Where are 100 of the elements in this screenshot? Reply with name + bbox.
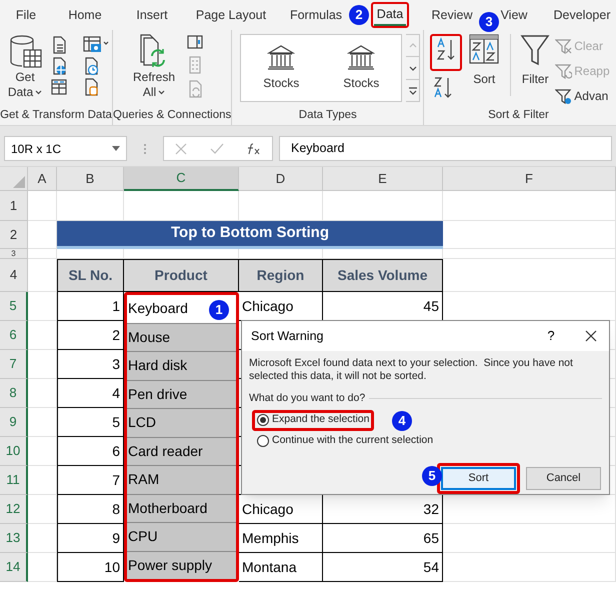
sheet-cell[interactable] xyxy=(28,191,57,221)
radio-option[interactable]: Expand the selection xyxy=(257,412,370,428)
row-header[interactable]: 7 xyxy=(0,350,28,379)
table-cell: 65 xyxy=(323,524,443,553)
data-type-button[interactable]: Stocks xyxy=(321,35,402,101)
name-box[interactable]: 10R x 1C xyxy=(4,136,127,161)
menu-tab[interactable]: Data xyxy=(374,4,406,26)
name-box-value: 10R x 1C xyxy=(11,140,62,158)
row-header[interactable]: 12 xyxy=(0,495,28,524)
row-header[interactable]: 5 xyxy=(0,292,28,321)
row-header[interactable]: 10 xyxy=(0,437,28,466)
table-cell: Montana xyxy=(239,553,323,582)
table-cell: 5 xyxy=(57,408,124,437)
sheet-cell[interactable] xyxy=(28,249,57,259)
table-cell: 9 xyxy=(57,524,124,553)
menu-tab[interactable]: Home xyxy=(66,4,104,26)
sheet-cell[interactable] xyxy=(443,249,616,259)
table-cell[interactable]: Hard disk xyxy=(127,352,236,380)
check-icon[interactable] xyxy=(210,142,224,154)
row-header[interactable]: 14 xyxy=(0,553,28,582)
select-all-icon[interactable] xyxy=(13,176,25,188)
filter-option[interactable]: Advan xyxy=(555,85,610,107)
column-header[interactable]: C xyxy=(124,167,239,191)
table-cell: 6 xyxy=(57,437,124,466)
row-header[interactable]: 11 xyxy=(0,466,28,495)
table-cell[interactable]: LCD xyxy=(127,409,236,438)
grip-icon xyxy=(142,142,148,156)
table-cell[interactable]: CPU xyxy=(127,523,236,552)
row-header[interactable]: 4 xyxy=(0,259,28,292)
column-header[interactable]: D xyxy=(239,167,323,191)
column-header[interactable]: F xyxy=(443,167,616,191)
dialog-button[interactable]: Sort xyxy=(441,466,516,490)
group-label: Get & Transform Data xyxy=(0,108,112,123)
dialog-message: Microsoft Excel found data next to your selection. Since you have not selected this data, it will not be sorted. xyxy=(249,357,574,383)
table-cell: Chicago xyxy=(239,292,323,321)
button-label: All xyxy=(142,85,156,100)
menu-tab[interactable]: File xyxy=(14,4,38,26)
menu-tab[interactable]: Review xyxy=(430,4,474,26)
table-cell: 1 xyxy=(57,292,124,321)
reapply-filter-icon xyxy=(555,62,572,80)
group-label: Sort & Filter xyxy=(487,108,550,123)
button-label: Filter xyxy=(522,71,549,88)
table-cell[interactable]: Motherboard xyxy=(127,494,236,523)
table-cell[interactable]: RAM xyxy=(127,466,236,494)
sort-dialog-icon xyxy=(469,34,500,64)
sheet-cell[interactable] xyxy=(443,191,616,221)
row-header[interactable]: 2 xyxy=(0,221,28,249)
function-icon xyxy=(246,142,261,154)
insert-function-button[interactable] xyxy=(246,142,261,154)
sheet-cell[interactable] xyxy=(443,553,616,582)
table-cell[interactable]: Pen drive xyxy=(127,380,236,409)
column-header[interactable]: B xyxy=(57,167,124,191)
sheet-cell[interactable] xyxy=(443,259,616,292)
table-header: SL No. xyxy=(57,259,124,292)
refresh-all-button[interactable]: Refresh All xyxy=(133,34,176,100)
table-cell: 2 xyxy=(57,321,124,350)
row-header[interactable]: 1 xyxy=(0,191,28,221)
menu-tab[interactable]: Formulas xyxy=(288,4,344,26)
dialog-button[interactable]: Cancel xyxy=(526,466,601,490)
sort-button[interactable]: Sort xyxy=(467,34,502,88)
table-cell: 3 xyxy=(57,350,124,379)
advanced-filter-icon xyxy=(555,88,572,104)
sheet-cell[interactable] xyxy=(443,524,616,553)
row-header[interactable]: 9 xyxy=(0,408,28,437)
get-data-button[interactable]: Get Data xyxy=(3,34,47,100)
radio-option[interactable]: Continue with the current selection xyxy=(257,434,434,449)
close-icon[interactable] xyxy=(585,330,597,342)
cancel-icon[interactable] xyxy=(175,142,188,154)
chevron-down-icon xyxy=(35,90,42,95)
row-header[interactable]: 8 xyxy=(0,379,28,408)
column-header[interactable]: A xyxy=(28,167,57,191)
table-cell[interactable]: Power supply xyxy=(127,552,236,579)
table-cell: Chicago xyxy=(239,495,323,524)
camera-table-icon[interactable] xyxy=(83,36,109,54)
table-header: Sales Volume xyxy=(323,259,443,292)
button-label: Refresh xyxy=(133,70,176,85)
menu-tab[interactable]: Developer xyxy=(552,4,612,26)
menu-tab[interactable]: View xyxy=(498,4,530,26)
button-label: Stocks xyxy=(263,75,300,92)
table-cell: 4 xyxy=(57,379,124,408)
row-header[interactable]: 13 xyxy=(0,524,28,553)
formula-field[interactable]: Keyboard xyxy=(279,136,612,161)
row-header[interactable]: 3 xyxy=(0,249,28,259)
table-header: Product xyxy=(124,259,239,292)
link-file-icon[interactable] xyxy=(187,80,204,98)
column-header[interactable]: E xyxy=(323,167,443,191)
row-header[interactable]: 6 xyxy=(0,321,28,350)
list-icon[interactable] xyxy=(187,56,204,74)
data-type-button[interactable]: Stocks xyxy=(241,35,322,101)
menu-tab[interactable]: Page Layout xyxy=(194,4,268,26)
group-label: Queries & Connections xyxy=(113,108,232,123)
sheet-cell[interactable] xyxy=(443,221,616,249)
table-cell[interactable]: Card reader xyxy=(127,438,236,466)
menu-tab[interactable]: Insert xyxy=(134,4,170,26)
button-label: Sort xyxy=(473,71,496,88)
panel-icon[interactable] xyxy=(187,34,204,50)
table-cell[interactable]: Mouse xyxy=(127,324,236,352)
filter-button[interactable]: Filter xyxy=(520,34,550,88)
help-button[interactable]: ? xyxy=(541,326,561,346)
table-cell: 32 xyxy=(323,495,443,524)
